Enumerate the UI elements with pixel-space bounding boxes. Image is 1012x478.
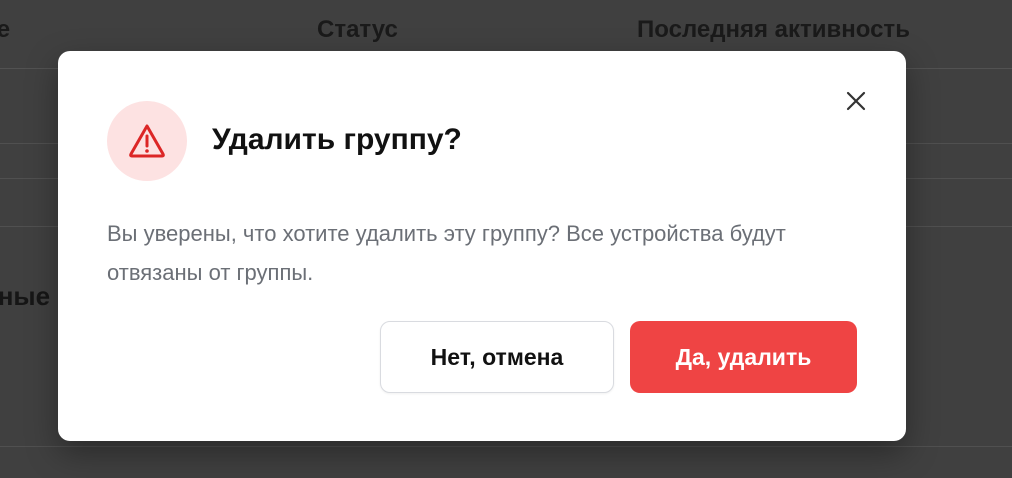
- column-header-last-activity: Последняя активность: [637, 16, 910, 43]
- background-section-title: нные: [0, 281, 51, 311]
- confirm-delete-button[interactable]: Да, удалить: [630, 321, 857, 393]
- cancel-button[interactable]: Нет, отмена: [380, 321, 614, 393]
- warning-icon-badge: [107, 101, 187, 181]
- close-icon: [846, 91, 866, 111]
- column-header-status: Статус: [317, 16, 398, 43]
- delete-group-dialog: Удалить группу? Вы уверены, что хотите у…: [58, 51, 906, 441]
- close-button[interactable]: [840, 85, 872, 117]
- warning-triangle-icon: [129, 124, 165, 158]
- dialog-title: Удалить группу?: [212, 123, 462, 156]
- dialog-message: Вы уверены, что хотите удалить эту групп…: [107, 221, 786, 285]
- column-header-name: ие: [0, 16, 11, 43]
- table-row-divider: [0, 446, 1012, 447]
